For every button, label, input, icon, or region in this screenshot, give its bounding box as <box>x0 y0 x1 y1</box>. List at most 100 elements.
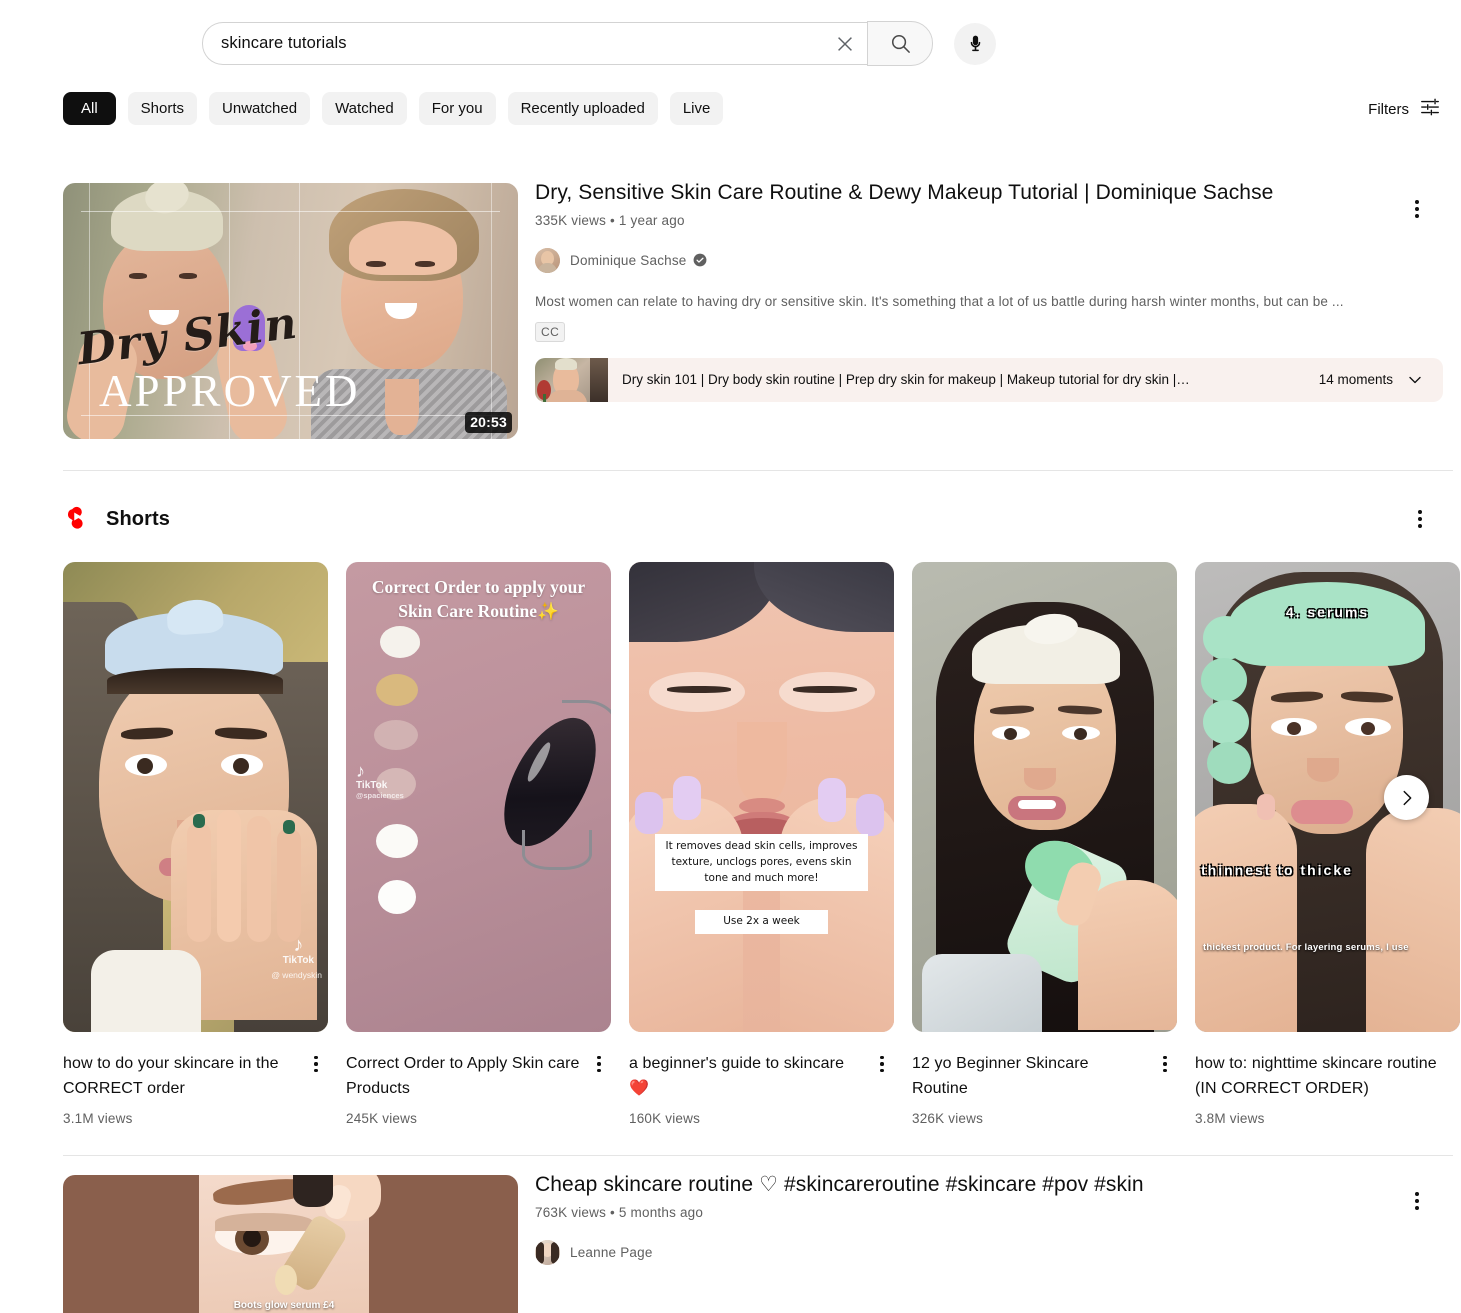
short-caption-secondary: Use 2x a week <box>695 910 828 934</box>
short-artwork: It removes dead skin cells, improves tex… <box>629 562 894 1032</box>
chip-recently-uploaded[interactable]: Recently uploaded <box>507 92 658 125</box>
chapter-thumbnail <box>535 357 608 402</box>
youtube-search-results-page: skincare tutorials All Shorts Unwatched … <box>0 0 1461 1313</box>
short-card-3[interactable]: It removes dead skin cells, improves tex… <box>629 562 894 1126</box>
short-view-count: 160K views <box>629 1110 701 1126</box>
short-title[interactable]: a beginner's guide to skincare ❤️ <box>629 1052 864 1102</box>
chip-all[interactable]: All <box>63 92 116 125</box>
short-overlay-title: Correct Order to apply your Skin Care Ro… <box>371 577 586 621</box>
shorts-shelf-menu-button[interactable] <box>1404 503 1436 535</box>
video-metadata: Cheap skincare routine ♡ #skincareroutin… <box>535 1173 1144 1313</box>
clear-search-icon[interactable] <box>823 23 867 65</box>
short-caption: It removes dead skin cells, improves tex… <box>655 834 868 892</box>
chip-shorts[interactable]: Shorts <box>127 92 198 125</box>
short-more-actions-button[interactable] <box>1153 1052 1177 1076</box>
shorts-shelf-title: Shorts <box>106 507 170 530</box>
short-thumbnail[interactable]: ♪ TikTok @ wendyskin <box>63 562 328 1032</box>
filters-icon <box>1419 96 1441 122</box>
short-view-count: 326K views <box>912 1110 984 1126</box>
video-result-1[interactable]: Dry Skin APPROVED 20:53 Dry, Sensitive S… <box>63 181 1453 439</box>
video-more-actions-button[interactable] <box>1401 1185 1433 1217</box>
video-title[interactable]: Dry, Sensitive Skin Care Routine & Dewy … <box>535 179 1443 207</box>
short-overlay-bottom: thickest product. For layering serums, I… <box>1203 942 1409 953</box>
video-thumbnail[interactable]: Dry Skin APPROVED 20:53 <box>63 183 518 439</box>
short-overlay-mid: thinnest to thicke <box>1201 862 1353 878</box>
short-card-2[interactable]: Correct Order to apply your Skin Care Ro… <box>346 562 611 1126</box>
short-title[interactable]: how to do your skincare in the CORRECT o… <box>63 1052 298 1102</box>
shorts-carousel: ♪ TikTok @ wendyskin how to do your skin… <box>63 562 1460 1126</box>
short-card-5[interactable]: 4. serums thinnest to thicke thickest pr… <box>1195 562 1460 1126</box>
voice-search-button[interactable] <box>954 22 996 65</box>
short-meta: how to do your skincare in the CORRECT o… <box>63 1052 328 1102</box>
thumbnail-artwork: Dry Skin APPROVED <box>63 183 518 439</box>
chevron-down-icon[interactable] <box>1405 370 1425 390</box>
section-divider <box>63 470 1453 471</box>
filters-button[interactable]: Filters <box>1368 93 1441 125</box>
badge-cc: CC <box>535 321 566 342</box>
short-view-count: 3.1M views <box>63 1110 133 1126</box>
thumbnail-block-text: APPROVED <box>99 366 361 416</box>
view-count: 763K views <box>535 1204 607 1220</box>
short-artwork: ♪ TikTok @ wendyskin <box>63 562 328 1032</box>
video-title[interactable]: Cheap skincare routine ♡ #skincareroutin… <box>535 1171 1144 1199</box>
short-meta: 12 yo Beginner Skincare Routine <box>912 1052 1177 1102</box>
filter-chips-row: All Shorts Unwatched Watched For you Rec… <box>0 92 1461 134</box>
chapters-count: 14 moments <box>1318 372 1393 388</box>
video-badges: CC <box>535 321 1443 342</box>
short-more-actions-button[interactable] <box>870 1052 894 1076</box>
channel-row[interactable]: Dominique Sachse <box>535 247 1443 273</box>
short-title[interactable]: how to: nighttime skincare routine (IN C… <box>1195 1052 1460 1102</box>
search-input[interactable]: skincare tutorials <box>202 22 867 65</box>
chip-for-you[interactable]: For you <box>418 92 496 125</box>
channel-avatar[interactable] <box>535 247 560 273</box>
video-stats: 335K views • 1 year ago <box>535 213 1443 228</box>
short-artwork <box>912 562 1177 1032</box>
short-watermark: ♪ TikTok @spaciences <box>356 761 404 800</box>
short-watermark: ♪ TikTok <box>282 933 314 966</box>
channel-name[interactable]: Dominique Sachse <box>570 253 687 268</box>
short-card-4[interactable]: 12 yo Beginner Skincare Routine 326K vie… <box>912 562 1177 1126</box>
chip-unwatched[interactable]: Unwatched <box>209 92 311 125</box>
short-thumbnail[interactable]: It removes dead skin cells, improves tex… <box>629 562 894 1032</box>
verified-badge-icon <box>693 253 707 267</box>
short-title[interactable]: Correct Order to Apply Skin care Product… <box>346 1052 581 1102</box>
short-card-1[interactable]: ♪ TikTok @ wendyskin how to do your skin… <box>63 562 328 1126</box>
video-stats: 763K views • 5 months ago <box>535 1205 1144 1220</box>
short-meta: a beginner's guide to skincare ❤️ <box>629 1052 894 1102</box>
search-query-text: skincare tutorials <box>221 35 347 52</box>
video-duration: 20:53 <box>465 411 512 433</box>
shorts-logo-icon <box>63 503 90 535</box>
short-meta: how to: nighttime skincare routine (IN C… <box>1195 1052 1460 1102</box>
short-artwork: Correct Order to apply your Skin Care Ro… <box>346 562 611 1032</box>
chip-live[interactable]: Live <box>669 92 724 125</box>
upload-age: 1 year ago <box>618 212 685 228</box>
upload-age: 5 months ago <box>618 1204 704 1220</box>
channel-row[interactable]: Leanne Page <box>535 1239 1144 1265</box>
channel-avatar[interactable] <box>535 1239 560 1265</box>
short-view-count: 3.8M views <box>1195 1110 1265 1126</box>
chapters-strip[interactable]: Dry skin 101 | Dry body skin routine | P… <box>535 357 1443 402</box>
thumbnail-artwork: Boots glow serum £4 <box>63 1175 518 1313</box>
video-result-2[interactable]: Boots glow serum £4 Cheap skincare routi… <box>63 1173 1453 1313</box>
stats-separator: • <box>610 212 615 228</box>
video-thumbnail[interactable]: Boots glow serum £4 <box>63 1175 518 1313</box>
search-submit-button[interactable] <box>867 21 933 66</box>
short-view-count: 245K views <box>346 1110 418 1126</box>
short-more-actions-button[interactable] <box>304 1052 328 1076</box>
short-title[interactable]: 12 yo Beginner Skincare Routine <box>912 1052 1147 1102</box>
shorts-next-button[interactable] <box>1384 775 1429 820</box>
video-more-actions-button[interactable] <box>1401 193 1433 225</box>
search-bar-row: skincare tutorials <box>0 0 1461 85</box>
short-thumbnail[interactable]: Correct Order to apply your Skin Care Ro… <box>346 562 611 1032</box>
video-metadata: Dry, Sensitive Skin Care Routine & Dewy … <box>535 181 1443 439</box>
section-divider-bottom <box>63 1155 1453 1156</box>
shorts-shelf-header: Shorts <box>63 503 170 535</box>
short-more-actions-button[interactable] <box>587 1052 611 1076</box>
video-description: Most women can relate to having dry or s… <box>535 293 1344 309</box>
short-handle: @ wendyskin <box>271 970 322 980</box>
short-meta: Correct Order to Apply Skin care Product… <box>346 1052 611 1102</box>
chip-watched[interactable]: Watched <box>322 92 407 125</box>
short-thumbnail[interactable] <box>912 562 1177 1032</box>
channel-name[interactable]: Leanne Page <box>570 1245 653 1260</box>
short-overlay-top: 4. serums <box>1285 604 1370 620</box>
